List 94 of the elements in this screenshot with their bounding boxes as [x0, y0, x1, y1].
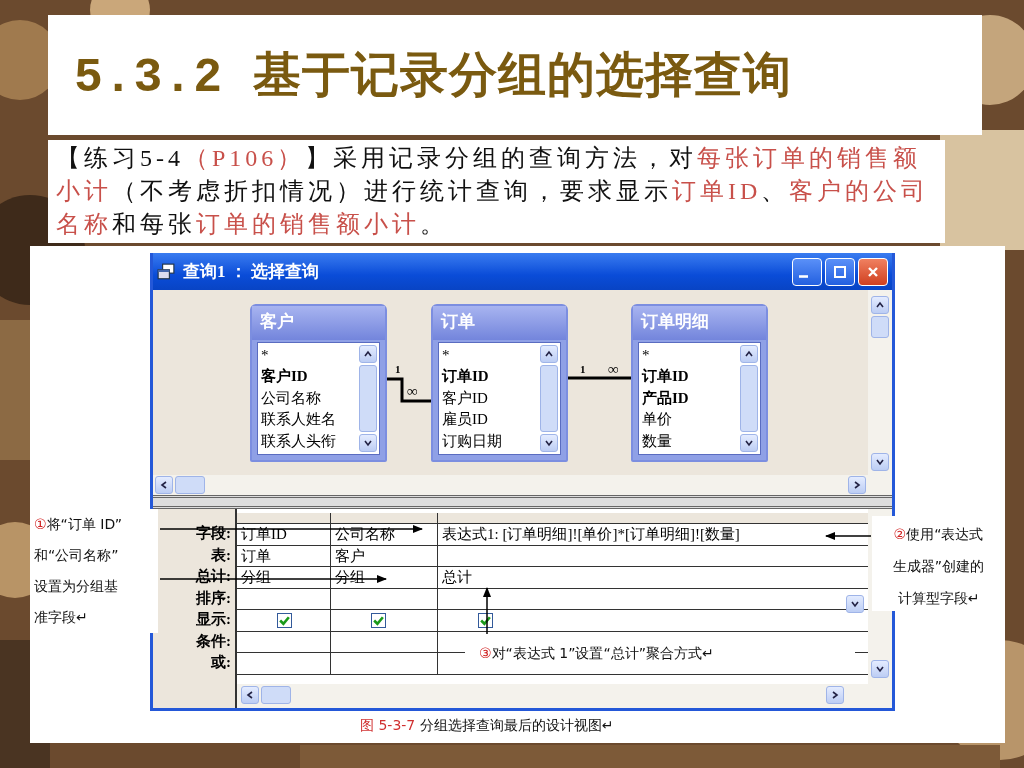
row-label: 条件: — [195, 631, 232, 651]
caret-right-icon — [852, 480, 862, 490]
field-item[interactable]: 客户ID — [261, 366, 356, 388]
table-name: 订单明细 — [633, 306, 766, 340]
field-item[interactable]: 订单ID — [642, 366, 737, 388]
scroll-down-button[interactable] — [740, 434, 758, 452]
field-item[interactable]: 联系人姓名 — [261, 409, 356, 431]
row-label: 表: — [210, 545, 232, 565]
field-item[interactable]: 雇员ID — [442, 409, 537, 431]
scroll-left-button[interactable] — [241, 686, 259, 704]
row-label: 或: — [210, 653, 232, 672]
scroll-thumb[interactable] — [871, 316, 889, 338]
scroll-thumb[interactable] — [740, 364, 758, 432]
column-selector[interactable] — [237, 513, 330, 524]
scroll-up-button[interactable] — [740, 344, 758, 363]
scroll-right-button[interactable] — [826, 686, 844, 704]
caret-up-icon — [544, 348, 554, 359]
field-item[interactable]: * — [442, 344, 537, 366]
column-selector[interactable] — [331, 513, 437, 524]
minimize-icon — [799, 274, 808, 278]
field-item[interactable]: 产品ID — [642, 387, 737, 409]
field-item[interactable]: * — [261, 344, 356, 366]
caret-down-icon — [363, 438, 373, 448]
row-label: 显示: — [195, 610, 232, 629]
caret-up-icon — [363, 348, 373, 359]
scroll-down-button[interactable] — [846, 595, 864, 613]
grid-cell[interactable]: 订单 — [241, 546, 271, 565]
scroll-left-button[interactable] — [155, 476, 173, 494]
table-name: 订单 — [433, 306, 566, 340]
caret-down-icon — [744, 438, 754, 448]
slide-title: 5.3.2 基于记录分组的选择查询 — [74, 49, 792, 107]
table-box[interactable]: 客户 * 客户ID 公司名称 联系人姓名 联系人头衔 — [250, 304, 387, 462]
field-item[interactable]: 订单ID — [442, 366, 537, 388]
grid-cell[interactable]: 公司名称 — [335, 525, 395, 544]
field-item[interactable]: * — [642, 344, 737, 366]
row-label: 排序: — [195, 588, 232, 608]
grid-cell[interactable]: 表达式1: [订单明细]![单价]*[订单明细]![数量] — [442, 525, 740, 544]
field-item[interactable]: 公司名称 — [261, 387, 356, 409]
show-checkbox[interactable] — [371, 612, 386, 628]
caret-right-icon — [830, 690, 840, 700]
caret-down-icon — [850, 599, 860, 609]
relation-label: 1 — [395, 363, 401, 375]
table-box[interactable]: 订单 * 订单ID 客户ID 雇员ID 订购日期 — [431, 304, 568, 462]
relation-label: 1 — [580, 363, 586, 375]
caret-up-icon — [875, 300, 885, 310]
grid-cell[interactable]: 客户 — [335, 546, 365, 565]
query-icon — [157, 262, 175, 281]
caret-down-icon — [875, 457, 885, 467]
scroll-thumb[interactable] — [540, 364, 558, 432]
caret-down-icon — [544, 438, 554, 448]
scroll-thumb[interactable] — [359, 364, 377, 432]
relation-label: ∞ — [608, 361, 619, 377]
scrollbar[interactable] — [153, 475, 892, 495]
column-selector[interactable] — [438, 513, 868, 524]
scroll-thumb[interactable] — [261, 686, 291, 704]
field-item[interactable]: 单价 — [642, 409, 737, 431]
caret-left-icon — [159, 480, 169, 490]
scroll-thumb[interactable] — [175, 476, 205, 494]
show-checkbox[interactable] — [277, 612, 292, 628]
window-title: 查询1 ： 选择查询 — [183, 261, 320, 283]
figure-caption: 图 5-3-7 分组选择查询最后的设计视图↵ — [360, 717, 614, 735]
scroll-down-button[interactable] — [871, 453, 889, 471]
grid-cell[interactable]: 总计 — [442, 568, 472, 587]
scroll-up-button[interactable] — [540, 344, 558, 363]
scroll-up-button[interactable] — [871, 296, 889, 314]
arrow — [482, 586, 492, 635]
scroll-down-button[interactable] — [871, 660, 889, 678]
grid-cell[interactable]: 订单ID — [241, 525, 287, 544]
exercise-text: 【练习5-4（P106）】采用记录分组的查询方法，对 每张订单的销售额 小计（不考虑折扣情况）进行统计查询，要求显示 订单ID、客户的公司 名称 和每张 订单的销售额小计。 — [56, 144, 931, 239]
pane-splitter[interactable] — [153, 495, 892, 509]
scroll-up-button[interactable] — [359, 344, 377, 363]
maximize-icon — [831, 263, 849, 280]
field-item[interactable]: 数量 — [642, 430, 737, 452]
scrollbar[interactable] — [237, 684, 868, 708]
caret-down-icon — [875, 664, 885, 674]
minimize-button[interactable] — [792, 257, 822, 286]
scroll-right-button[interactable] — [848, 476, 866, 494]
field-item[interactable]: 联系人头衔 — [261, 430, 356, 452]
maximize-button[interactable] — [825, 257, 855, 286]
relation-label: ∞ — [407, 383, 418, 399]
scrollbar[interactable] — [868, 290, 892, 475]
field-item[interactable]: 订购日期 — [442, 430, 537, 452]
caret-up-icon — [744, 348, 754, 359]
arrow — [824, 531, 872, 541]
field-item[interactable]: 客户ID — [442, 387, 537, 409]
relationship-line — [568, 376, 631, 380]
caret-left-icon — [245, 690, 255, 700]
table-name: 客户 — [252, 306, 385, 340]
scroll-down-button[interactable] — [359, 434, 377, 452]
close-button[interactable] — [858, 257, 888, 286]
relationship-line — [387, 377, 431, 403]
table-box[interactable]: 订单明细 * 订单ID 产品ID 单价 数量 — [631, 304, 768, 462]
scroll-down-button[interactable] — [540, 434, 558, 452]
row-label: 字段: — [195, 524, 232, 543]
